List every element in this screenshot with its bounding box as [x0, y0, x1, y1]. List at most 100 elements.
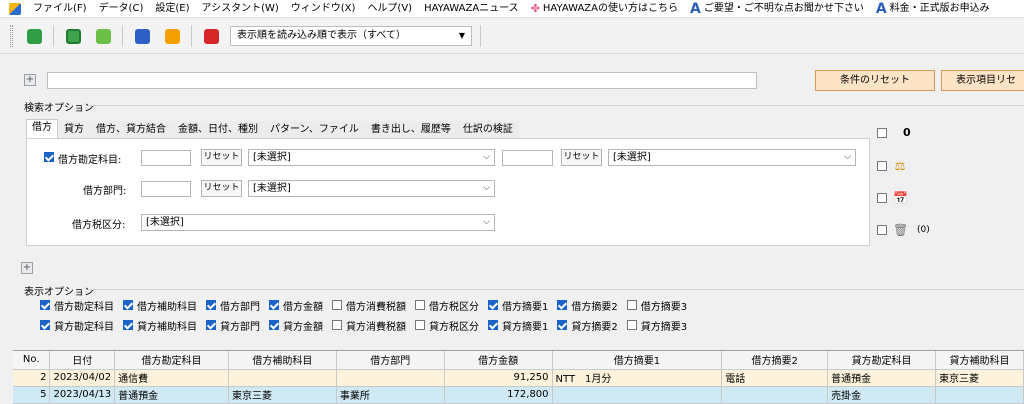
toolbar-grip[interactable] — [10, 25, 13, 47]
column-header[interactable]: 貸方勘定科目 — [827, 351, 936, 370]
display-option-checkbox[interactable] — [626, 300, 637, 310]
table-cell[interactable]: NTT 1月分 — [552, 369, 723, 387]
column-header[interactable]: 借方摘要1 — [552, 351, 723, 370]
table-cell[interactable]: 2023/04/02 — [49, 369, 116, 387]
edit-button[interactable] — [93, 26, 113, 46]
display-option-checkbox[interactable] — [206, 300, 216, 310]
table-cell[interactable] — [552, 386, 723, 404]
table-cell[interactable]: 2 — [13, 369, 51, 387]
debit-dept-code-input[interactable] — [141, 181, 191, 197]
display-option-checkbox[interactable] — [415, 300, 425, 310]
column-header[interactable]: 借方勘定科目 — [114, 351, 229, 370]
column-header[interactable]: 貸方補助科目 — [935, 351, 1024, 370]
table-row[interactable]: 2 2023/04/02 通信費 91,250 NTT 1月分 電話 普通預金 東京三菱 — [13, 369, 1024, 387]
table-cell[interactable]: 普通預金 — [827, 369, 936, 387]
table-cell[interactable]: 2023/04/13 — [49, 386, 116, 404]
credit-option-3[interactable]: 貸方金額 — [269, 318, 323, 333]
debit-option-8[interactable]: 借方摘要3 — [626, 298, 687, 313]
credit-option-1[interactable]: 貸方補助科目 — [123, 318, 197, 333]
display-option-checkbox[interactable] — [332, 300, 342, 310]
debit-option-2[interactable]: 借方部門 — [206, 298, 260, 313]
debit-dept-select[interactable]: [未選択] ⌵ — [248, 180, 495, 197]
display-option-checkbox[interactable] — [269, 300, 279, 310]
search-input[interactable] — [47, 72, 757, 89]
pdf-button[interactable] — [201, 26, 221, 46]
debit-dept-reset-button[interactable]: リセット — [201, 180, 242, 197]
calendar-checkbox[interactable] — [877, 193, 887, 203]
display-option-checkbox[interactable] — [40, 320, 50, 330]
debit-option-1[interactable]: 借方補助科目 — [123, 298, 197, 313]
column-header[interactable]: 借方部門 — [336, 351, 445, 370]
display-option-checkbox[interactable] — [557, 300, 568, 310]
menu-request[interactable]: A ご要望・ご不明な点お聞かせ下さい — [684, 0, 870, 17]
count-checkbox[interactable] — [877, 127, 887, 138]
reset-display-button[interactable]: 表示項目リセ — [941, 70, 1024, 91]
table-cell[interactable]: 事業所 — [336, 386, 445, 404]
debit-option-4[interactable]: 借方消費税額 — [332, 298, 406, 313]
menu-assistant[interactable]: アシスタント(W) — [195, 0, 284, 17]
tab-amount-date-type[interactable]: 金額、日付、種別 — [172, 121, 264, 138]
balance-checkbox[interactable] — [877, 161, 887, 171]
table-cell[interactable] — [336, 369, 445, 387]
display-option-checkbox[interactable] — [488, 320, 498, 330]
table-cell[interactable]: 東京三菱 — [228, 386, 337, 404]
column-header[interactable]: No. — [13, 351, 51, 370]
debit-account2-select[interactable]: [未選択] ⌵ — [608, 149, 856, 166]
column-header[interactable]: 借方摘要2 — [721, 351, 829, 370]
display-option-checkbox[interactable] — [40, 300, 50, 310]
book-button[interactable] — [132, 26, 152, 46]
credit-option-0[interactable]: 貸方勘定科目 — [40, 318, 114, 333]
sort-order-select[interactable]: 表示順を読み込み順で表示（すべて） ▼ — [230, 26, 472, 46]
menu-window[interactable]: ウィンドウ(X) — [285, 0, 362, 17]
table-cell[interactable]: 普通預金 — [114, 386, 229, 404]
debit-option-0[interactable]: 借方勘定科目 — [40, 298, 114, 313]
tab-journal-verify[interactable]: 仕訳の検証 — [456, 121, 519, 138]
debit-option-7[interactable]: 借方摘要2 — [557, 298, 618, 313]
menu-pricing[interactable]: A 料金・正式版お申込み — [870, 0, 996, 17]
display-option-checkbox[interactable] — [269, 320, 279, 330]
debit-account-select[interactable]: [未選択] ⌵ — [248, 149, 495, 166]
display-option-checkbox[interactable] — [626, 320, 637, 330]
tab-credit[interactable]: 貸方 — [58, 121, 90, 138]
tab-debit-credit-combined[interactable]: 借方、貸方結合 — [90, 121, 172, 138]
table-cell[interactable]: 東京三菱 — [935, 369, 1024, 387]
note-button[interactable] — [162, 26, 182, 46]
credit-option-7[interactable]: 貸方摘要2 — [557, 318, 618, 333]
credit-option-5[interactable]: 貸方税区分 — [415, 318, 479, 333]
debit-account-code2-input[interactable] — [502, 150, 553, 166]
debit-tax-select[interactable]: [未選択] ⌵ — [141, 214, 495, 231]
new-button[interactable] — [24, 26, 44, 46]
expand-search-button[interactable]: + — [24, 74, 36, 86]
debit-account-reset-button[interactable]: リセット — [201, 149, 242, 166]
trash-checkbox[interactable] — [877, 225, 887, 235]
credit-option-8[interactable]: 貸方摘要3 — [626, 318, 687, 333]
debit-account2-reset-button[interactable]: リセット — [561, 149, 602, 166]
credit-option-2[interactable]: 貸方部門 — [206, 318, 260, 333]
table-button[interactable] — [63, 26, 83, 46]
menu-data[interactable]: データ(C) — [93, 0, 150, 17]
table-cell[interactable]: 5 — [13, 386, 51, 404]
reset-conditions-button[interactable]: 条件のリセット — [815, 70, 935, 91]
menu-news[interactable]: HAYAWAZAニュース — [418, 0, 525, 17]
display-option-checkbox[interactable] — [415, 320, 425, 330]
credit-option-6[interactable]: 貸方摘要1 — [488, 318, 548, 333]
table-cell[interactable]: 通信費 — [114, 369, 229, 387]
table-cell[interactable] — [228, 369, 337, 387]
expand-display-button[interactable]: + — [21, 262, 33, 274]
debit-option-3[interactable]: 借方金額 — [269, 298, 323, 313]
table-cell[interactable] — [935, 386, 1024, 404]
column-header[interactable]: 借方金額 — [444, 351, 553, 370]
tab-pattern-file[interactable]: パターン、ファイル — [264, 121, 365, 138]
table-cell[interactable]: 売掛金 — [827, 386, 936, 404]
tab-export-history[interactable]: 書き出し、履歴等 — [364, 121, 457, 138]
display-option-checkbox[interactable] — [557, 320, 568, 330]
display-option-checkbox[interactable] — [206, 320, 216, 330]
table-cell[interactable]: 電話 — [721, 369, 829, 387]
menu-file[interactable]: ファイル(F) — [27, 0, 93, 17]
menu-settings[interactable]: 設定(E) — [149, 0, 195, 17]
display-option-checkbox[interactable] — [123, 320, 133, 330]
display-option-checkbox[interactable] — [123, 300, 133, 310]
tab-debit[interactable]: 借方 — [26, 119, 58, 138]
credit-option-4[interactable]: 貸方消費税額 — [332, 318, 406, 333]
table-row[interactable]: 5 2023/04/13 普通預金 東京三菱 事業所 172,800 売掛金 — [13, 386, 1024, 404]
